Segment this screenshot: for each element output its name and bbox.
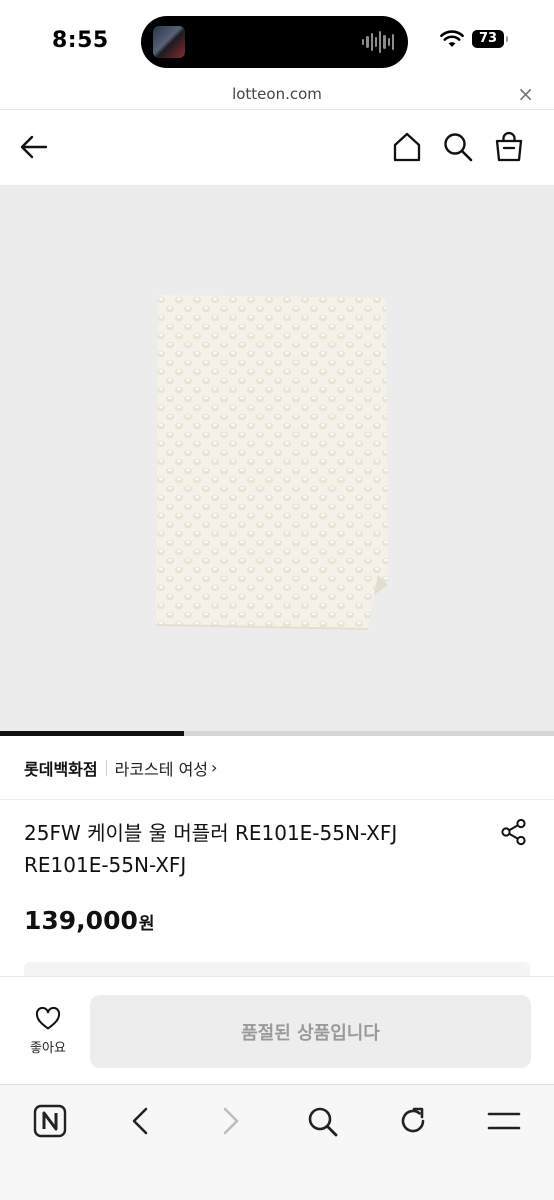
like-button[interactable]: 좋아요 — [16, 1006, 80, 1056]
browser-toolbar — [0, 1084, 554, 1200]
menu-icon[interactable] — [486, 1103, 522, 1139]
home-icon[interactable] — [389, 129, 425, 165]
search-icon[interactable] — [440, 129, 476, 165]
purchase-bar: 좋아요 품절된 상품입니다 — [0, 976, 554, 1084]
close-icon[interactable]: × — [517, 82, 534, 106]
back-arrow-icon[interactable] — [16, 129, 52, 165]
status-time: 8:55 — [52, 28, 109, 53]
product-title: 25FW 케이블 울 머플러 RE101E-55N-XFJ RE101E-55N… — [24, 821, 398, 877]
chevron-right-icon: › — [211, 758, 218, 777]
price-value: 139,000 — [24, 906, 138, 935]
wifi-icon — [440, 30, 464, 47]
audio-waveform-icon — [362, 30, 394, 54]
like-label: 좋아요 — [30, 1041, 66, 1056]
url-bar[interactable]: lotteon.com × — [0, 80, 554, 110]
app-header — [0, 111, 554, 185]
sold-out-button[interactable]: 품절된 상품입니다 — [90, 995, 531, 1068]
url-domain[interactable]: lotteon.com — [0, 85, 554, 103]
forward-icon[interactable] — [213, 1103, 249, 1139]
now-playing-artwork — [153, 26, 185, 58]
heart-icon — [35, 1006, 61, 1030]
status-indicators: 73 — [440, 30, 508, 48]
battery-level: 73 — [478, 31, 498, 46]
search-icon[interactable] — [304, 1103, 340, 1139]
battery-cap — [506, 36, 508, 42]
dynamic-island[interactable] — [141, 16, 408, 68]
share-icon[interactable] — [500, 818, 528, 846]
back-icon[interactable] — [122, 1103, 158, 1139]
shopping-bag-icon[interactable] — [491, 129, 527, 165]
product-image[interactable] — [156, 295, 392, 631]
brand-divider — [105, 759, 107, 776]
reload-icon[interactable] — [395, 1103, 431, 1139]
battery-indicator: 73 — [472, 30, 508, 48]
price-currency: 원 — [138, 914, 155, 934]
brand-row[interactable]: 롯데백화점 라코스테 여성 › — [0, 736, 554, 800]
product-image-gallery[interactable] — [0, 185, 554, 736]
naver-logo-icon[interactable] — [32, 1103, 68, 1139]
store-name[interactable]: 롯데백화점 — [24, 756, 98, 780]
status-bar: 8:55 73 — [0, 0, 554, 80]
price-row: 139,000 원 — [24, 906, 155, 935]
brand-name[interactable]: 라코스테 여성 — [115, 756, 208, 780]
